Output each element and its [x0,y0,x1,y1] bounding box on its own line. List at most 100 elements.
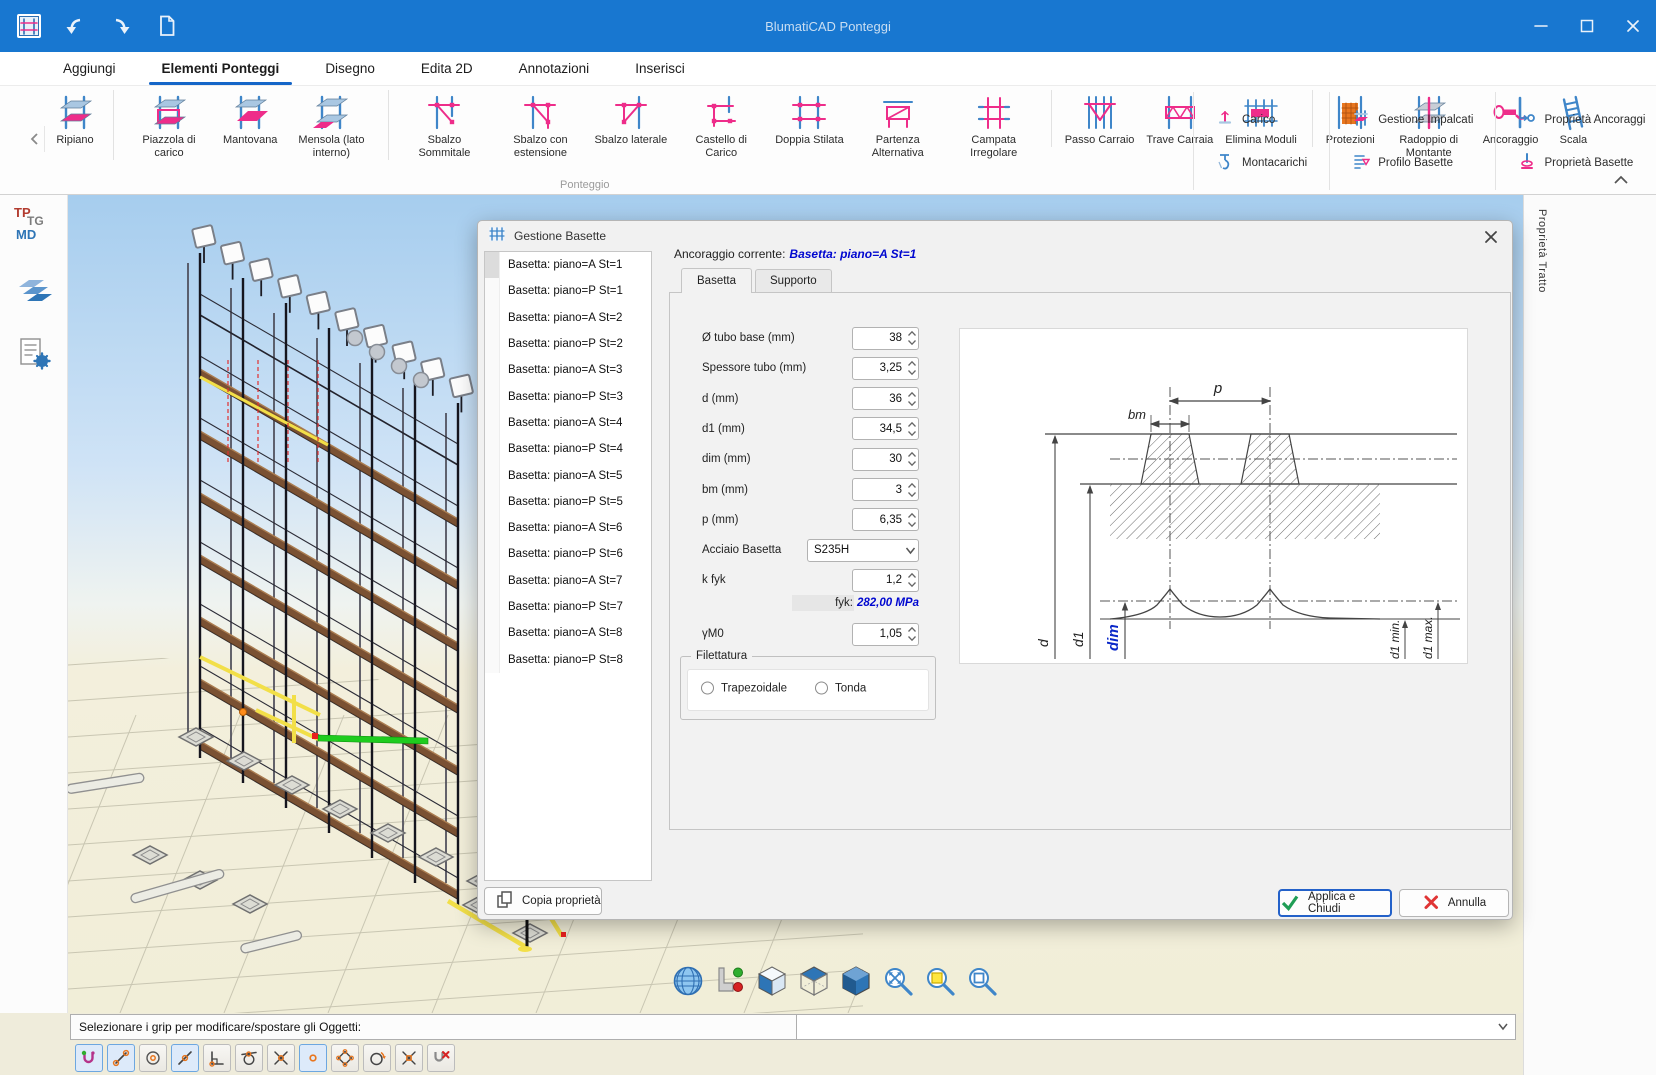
undo-icon[interactable] [62,13,88,39]
list-item[interactable]: Basetta: piano=A St=6 [485,515,651,541]
dialog-titlebar[interactable]: Gestione Basette [478,221,1512,251]
snap-insert-button[interactable] [427,1044,455,1072]
field-spinner[interactable]: 6,35 [852,508,919,531]
menu-tab[interactable]: Annotazioni [496,52,613,85]
ribbon-button[interactable]: Piazzola di carico [113,90,216,160]
menu-tab[interactable]: Inserisci [612,52,708,85]
spinner-arrows-icon[interactable] [905,511,918,529]
ribbon-button[interactable]: Campata Irregolare [947,90,1041,160]
command-chevron-icon[interactable] [1497,1018,1509,1036]
ribbon-button[interactable]: Mantovana [218,90,282,147]
list-item[interactable]: Basetta: piano=P St=7 [485,594,651,620]
dialog-tab[interactable]: Supporto [755,269,832,292]
maximize-button[interactable] [1564,0,1610,52]
ribbon-button[interactable]: Doppia Stilata [770,90,849,147]
orbit-globe-icon[interactable] [670,963,707,1000]
app-logo-icon[interactable] [16,13,42,39]
field-spinner[interactable]: 3 [852,478,919,501]
ribbon-button[interactable]: Mensola (lato interno) [284,90,378,160]
dialog-close-icon[interactable] [1480,227,1502,247]
list-item[interactable]: Basetta: piano=A St=7 [485,568,651,594]
field-spinner[interactable]: 30 [852,448,919,471]
list-item[interactable]: Basetta: piano=P St=2 [485,331,651,357]
list-item[interactable]: Basetta: piano=A St=1 [485,252,651,278]
ribbon-button[interactable]: Sbalzo laterale [589,90,672,147]
ribbon-small-button[interactable]: Gestione Impalcati [1348,106,1477,133]
layout-monogram-button[interactable]: TP TG MD [12,205,60,253]
list-item[interactable]: Basetta: piano=P St=4 [485,436,651,462]
zoom-window-icon[interactable] [922,963,959,1000]
zoom-extents-icon[interactable] [880,963,917,1000]
field-spinner[interactable]: 36 [852,387,919,410]
spinner-arrows-icon[interactable] [905,450,918,468]
snap-tangent-button[interactable] [235,1044,263,1072]
menu-tab[interactable]: Disegno [302,52,398,85]
list-item[interactable]: Basetta: piano=P St=6 [485,541,651,567]
snap-apparent-intersection-button[interactable] [395,1044,423,1072]
list-item[interactable]: Basetta: piano=A St=3 [485,357,651,383]
spinner-arrows-icon[interactable] [905,420,918,438]
osnap-magnet-button[interactable] [75,1044,103,1072]
layers-icon[interactable] [16,273,54,311]
snap-center-button[interactable] [139,1044,167,1072]
list-item[interactable]: Basetta: piano=A St=5 [485,462,651,488]
snap-midpoint-button[interactable] [171,1044,199,1072]
view-isometric-icon[interactable] [754,963,791,1000]
snap-endpoint-button[interactable] [107,1044,135,1072]
acciaio-select[interactable]: S235H [807,539,919,562]
ribbon-button[interactable]: Sbalzo Sommitale [388,90,491,160]
view-shaded-icon[interactable] [838,963,875,1000]
command-input[interactable] [796,1014,1516,1040]
list-item[interactable]: Basetta: piano=P St=8 [485,646,651,672]
field-spinner[interactable]: 38 [852,327,919,350]
list-item[interactable]: Basetta: piano=P St=1 [485,278,651,304]
new-document-icon[interactable] [154,13,180,39]
ribbon-scroll-left-icon[interactable] [26,126,45,152]
list-item[interactable]: Basetta: piano=P St=3 [485,383,651,409]
ribbon-button[interactable]: Ripiano [47,90,103,147]
ribbon-button[interactable]: Castello di Carico [674,90,768,160]
ribbon-small-button[interactable]: Profilo Basette [1348,149,1477,176]
snap-node-button[interactable] [299,1044,327,1072]
spinner-arrows-icon[interactable] [905,329,918,347]
menu-tab[interactable]: Elementi Ponteggi [139,52,303,85]
redo-icon[interactable] [108,13,134,39]
view-wireframe-icon[interactable] [796,963,833,1000]
radio-trapezoidale[interactable]: Trapezoidale [701,682,787,695]
ribbon-collapse-icon[interactable] [1610,172,1632,188]
ribbon-button[interactable]: Passo Carraio [1051,90,1140,147]
ucs-icon[interactable] [712,963,749,1000]
apply-close-button[interactable]: Applica e Chiudi [1278,889,1392,917]
field-spinner[interactable]: 34,5 [852,417,919,440]
spinner-arrows-icon[interactable] [905,359,918,377]
sheet-settings-icon[interactable] [16,335,54,373]
properties-tratto-tab[interactable]: Proprietà Tratto [1536,209,1548,293]
list-item[interactable]: Basetta: piano=A St=8 [485,620,651,646]
kfyk-spinner[interactable]: 1,2 [852,569,919,592]
gamma-spinner[interactable]: 1,05 [852,623,919,646]
list-item[interactable]: Basetta: piano=P St=5 [485,489,651,515]
list-item[interactable]: Basetta: piano=A St=4 [485,410,651,436]
dialog-tab[interactable]: Basetta [681,268,752,293]
ribbon-small-button[interactable]: Montacarichi [1212,149,1311,176]
radio-tonda[interactable]: Tonda [815,682,866,695]
spinner-arrows-icon[interactable] [905,571,918,589]
snap-geometric-center-button[interactable] [363,1044,391,1072]
ribbon-small-button[interactable]: Carico [1212,106,1311,133]
menu-tab[interactable]: Edita 2D [398,52,496,85]
snap-intersection-button[interactable] [267,1044,295,1072]
zoom-previous-icon[interactable] [964,963,1001,1000]
snap-quadrant-button[interactable] [331,1044,359,1072]
ribbon-button[interactable]: Partenza Alternativa [851,90,945,160]
field-spinner[interactable]: 3,25 [852,357,919,380]
minimize-button[interactable] [1518,0,1564,52]
list-item[interactable]: Basetta: piano=A St=2 [485,305,651,331]
ribbon-button[interactable]: Sbalzo con estensione [493,90,587,160]
cancel-button[interactable]: Annulla [1399,889,1509,917]
spinner-arrows-icon[interactable] [905,390,918,408]
copy-properties-button[interactable]: Copia proprietà [484,887,602,915]
spinner-arrows-icon[interactable] [905,625,918,643]
spinner-arrows-icon[interactable] [905,481,918,499]
close-button[interactable] [1610,0,1656,52]
menu-tab[interactable]: Aggiungi [40,52,139,85]
